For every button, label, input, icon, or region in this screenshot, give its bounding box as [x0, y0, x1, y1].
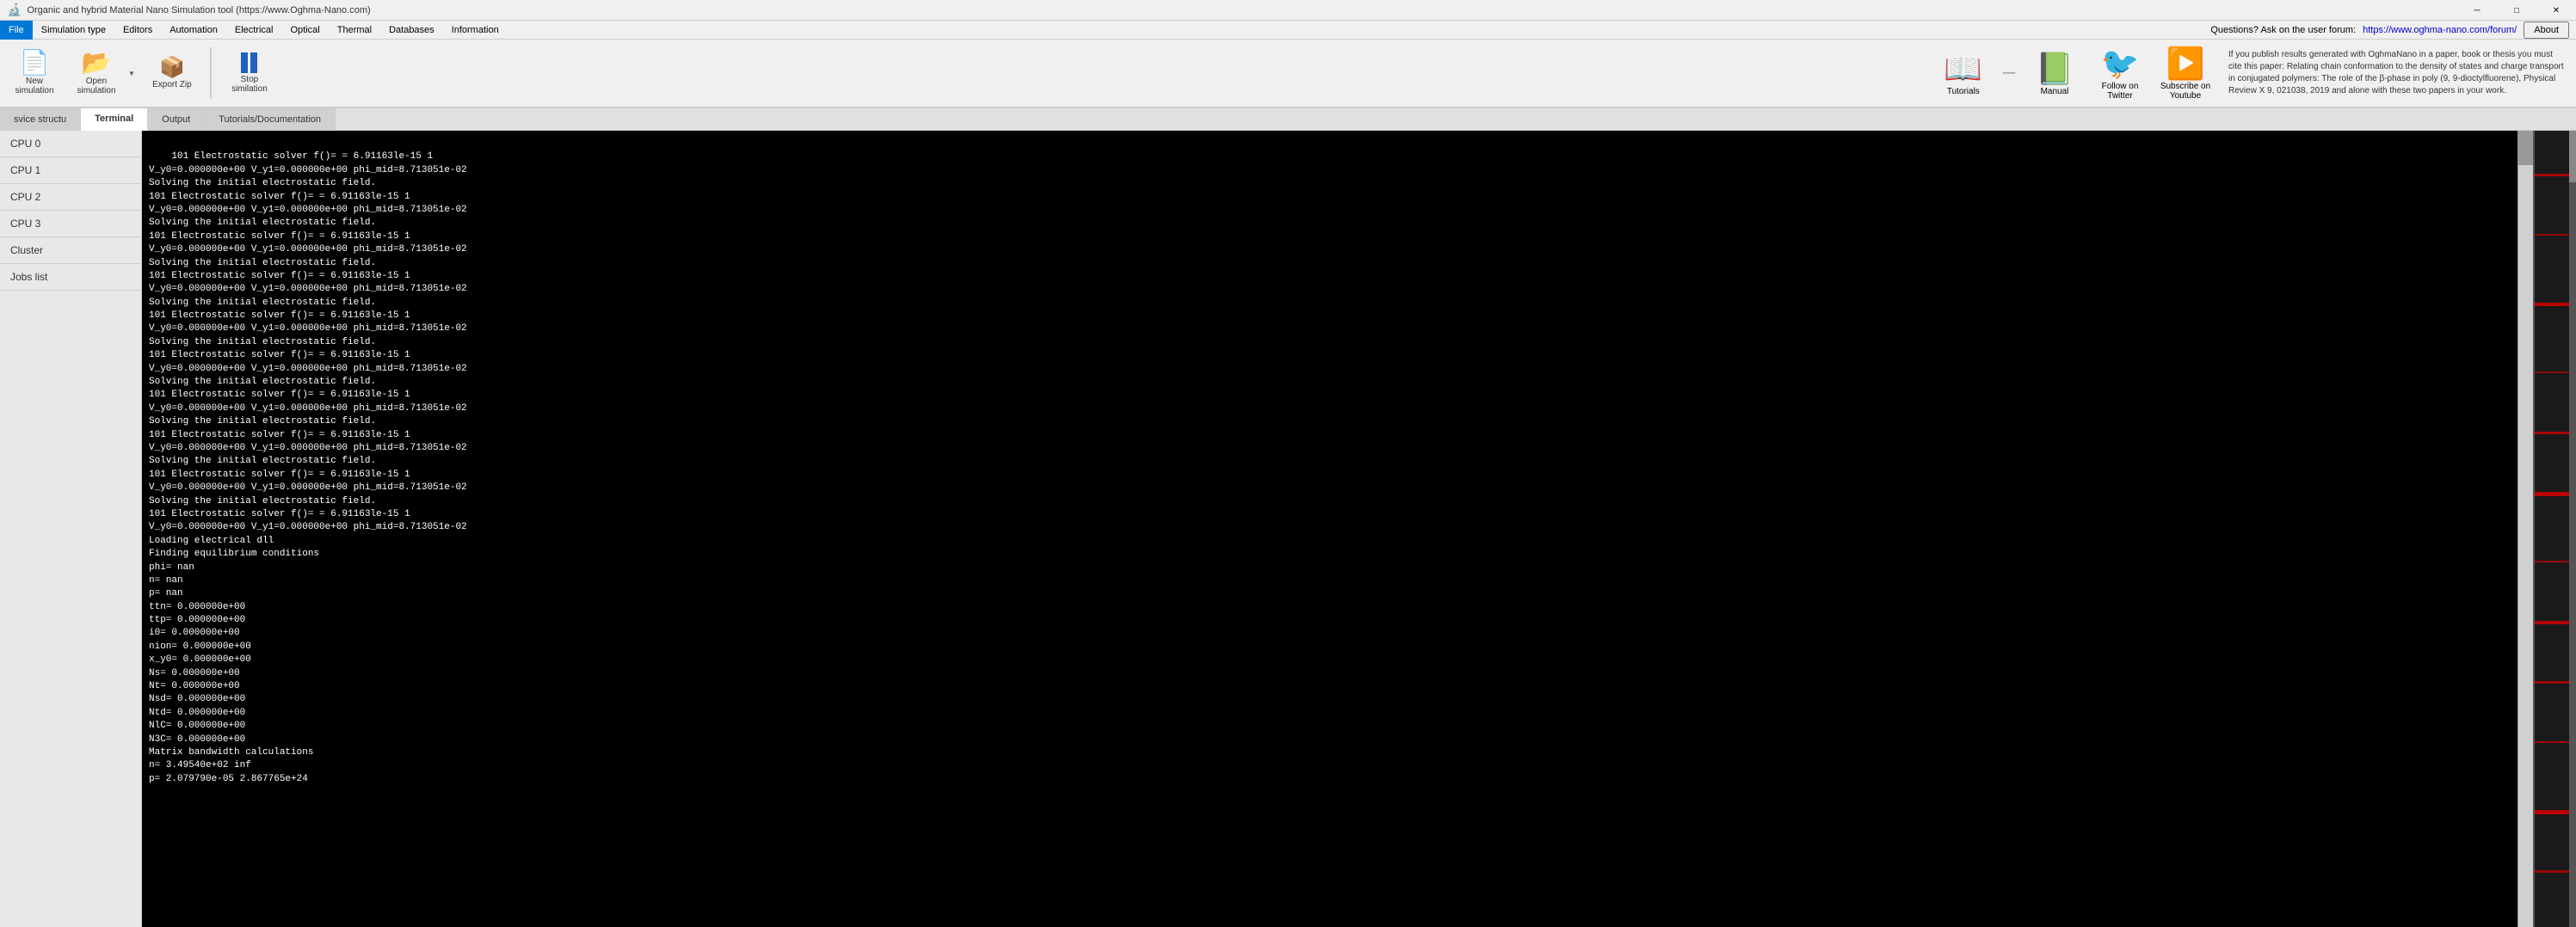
sidebar-item-cpu0[interactable]: CPU 0	[0, 131, 141, 157]
subscribe-youtube-label: Subscribe on Youtube	[2160, 82, 2211, 101]
toolbar-separator-1	[210, 47, 212, 99]
menu-bar: File Simulation type Editors Automation …	[0, 21, 2576, 40]
sidebar-item-jobs-list[interactable]: Jobs list	[0, 264, 141, 291]
menu-item-editors[interactable]: Editors	[114, 21, 161, 40]
new-simulation-button[interactable]: 📄 New simulation	[7, 42, 62, 104]
main-content: CPU 0 CPU 1 CPU 2 CPU 3 Cluster Jobs lis…	[0, 131, 2576, 927]
terminal-content: 101 Electrostatic solver f()= = 6.91163l…	[149, 151, 467, 783]
activity-chart	[2533, 131, 2576, 927]
open-simulation-label: Open simulation	[73, 77, 120, 95]
sidebar-item-cpu2[interactable]: CPU 2	[0, 184, 141, 211]
export-zip-label: Export Zip	[152, 80, 192, 89]
new-simulation-label: New simulation	[11, 77, 58, 95]
window-controls: ─ □ ✕	[2457, 0, 2576, 21]
menu-item-simulation-type[interactable]: Simulation type	[33, 21, 114, 40]
minimize-button[interactable]: ─	[2457, 0, 2497, 21]
title-text: Organic and hybrid Material Nano Simulat…	[27, 5, 2569, 15]
toolbar: 📄 New simulation 📂 Open simulation ▼ 📦 E…	[0, 40, 2576, 108]
sidebar-item-cpu3[interactable]: CPU 3	[0, 211, 141, 237]
toolbar-right: 📖 Tutorials ─ 📗 Manual 🐦 Follow on Twitt…	[1938, 46, 2569, 101]
youtube-icon: ▶️	[2166, 46, 2205, 82]
tab-output[interactable]: Output	[148, 108, 205, 131]
terminal-scrollbar[interactable]	[2517, 131, 2533, 927]
menu-item-thermal[interactable]: Thermal	[329, 21, 380, 40]
manual-icon: 📗	[2036, 51, 2074, 87]
forum-link[interactable]: https://www.oghma-nano.com/forum/	[2363, 25, 2517, 35]
menu-item-databases[interactable]: Databases	[380, 21, 443, 40]
follow-twitter-label: Follow on Twitter	[2094, 82, 2146, 101]
tab-terminal[interactable]: Terminal	[81, 108, 148, 131]
stop-simulation-icon	[241, 52, 257, 73]
scrollbar-thumb[interactable]	[2518, 131, 2533, 165]
menu-item-electrical[interactable]: Electrical	[226, 21, 282, 40]
follow-twitter-button[interactable]: 🐦 Follow on Twitter	[2094, 46, 2146, 101]
subscribe-youtube-button[interactable]: ▶️ Subscribe on Youtube	[2160, 46, 2211, 101]
title-bar: 🔬 Organic and hybrid Material Nano Simul…	[0, 0, 2576, 21]
menu-item-optical[interactable]: Optical	[281, 21, 328, 40]
tutorials-icon: 📖	[1944, 51, 1982, 87]
tabs-row: svice structu Terminal Output Tutorials/…	[0, 108, 2576, 131]
menu-item-file[interactable]: File	[0, 21, 33, 40]
export-zip-button[interactable]: 📦 Export Zip	[145, 42, 200, 104]
export-zip-icon: 📦	[159, 58, 185, 78]
menu-item-information[interactable]: Information	[443, 21, 508, 40]
tutorials-label: Tutorials	[1947, 87, 1980, 96]
chevron-down-icon: ▼	[128, 70, 135, 77]
manual-label: Manual	[2041, 87, 2069, 96]
app-icon: 🔬	[7, 3, 22, 17]
menu-item-automation[interactable]: Automation	[161, 21, 226, 40]
close-button[interactable]: ✕	[2536, 0, 2576, 21]
open-simulation-icon: 📂	[82, 51, 112, 75]
open-simulation-dropdown[interactable]: ▼	[126, 42, 138, 104]
tutorials-button[interactable]: 📖 Tutorials	[1938, 51, 1989, 96]
sidebar-item-cpu1[interactable]: CPU 1	[0, 157, 141, 184]
info-box: If you publish results generated with Og…	[2225, 46, 2569, 101]
open-simulation-group: 📂 Open simulation ▼	[69, 42, 138, 104]
manual-button[interactable]: 📗 Manual	[2029, 51, 2080, 96]
open-simulation-button[interactable]: 📂 Open simulation	[69, 42, 124, 104]
terminal-output[interactable]: 101 Electrostatic solver f()= = 6.91163l…	[142, 131, 2517, 927]
about-button[interactable]: About	[2524, 21, 2569, 39]
sidebar: CPU 0 CPU 1 CPU 2 CPU 3 Cluster Jobs lis…	[0, 131, 142, 927]
sidebar-item-cluster[interactable]: Cluster	[0, 237, 141, 264]
tab-tutorials-documentation[interactable]: Tutorials/Documentation	[205, 108, 336, 131]
questions-text: Questions? Ask on the user forum:	[2210, 25, 2356, 35]
twitter-icon: 🐦	[2101, 46, 2140, 82]
toolbar-divider: ─	[2003, 64, 2015, 83]
stop-simulation-label: Stop similation	[226, 75, 273, 94]
new-simulation-icon: 📄	[20, 51, 50, 75]
tab-svice-structu[interactable]: svice structu	[0, 108, 81, 131]
maximize-button[interactable]: □	[2497, 0, 2536, 21]
stop-simulation-button[interactable]: Stop similation	[222, 42, 277, 104]
info-text: If you publish results generated with Og…	[2228, 50, 2564, 95]
